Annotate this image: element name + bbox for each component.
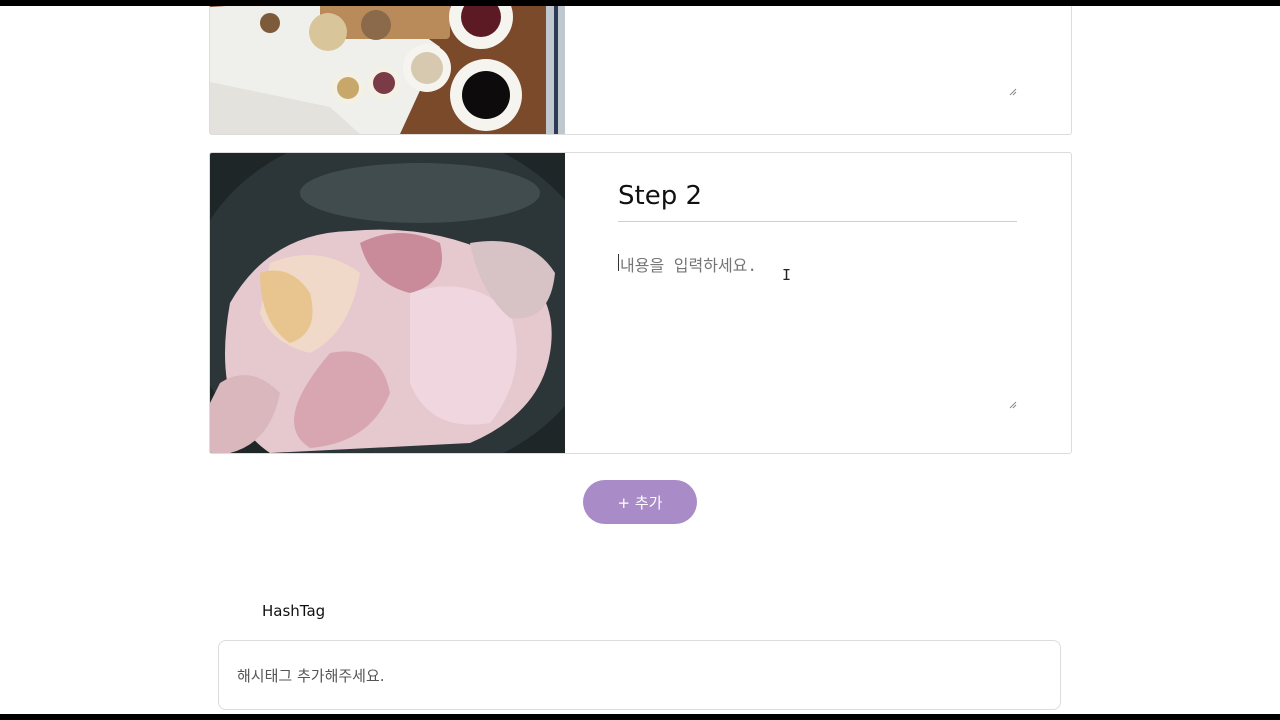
step-2-photo[interactable] xyxy=(210,153,565,453)
text-caret xyxy=(618,254,619,271)
step-card-1 xyxy=(209,6,1072,135)
recipe-editor-page: Step 2 I + 추가 HashTag 해시태그 추가해주세요. xyxy=(0,6,1280,714)
add-step-button[interactable]: + 추가 xyxy=(583,480,697,524)
hashtag-input[interactable]: 해시태그 추가해주세요. xyxy=(218,640,1061,710)
step-card-2: Step 2 I xyxy=(209,152,1072,454)
step-1-photo[interactable] xyxy=(210,6,565,134)
hashtag-placeholder: 해시태그 추가해주세요. xyxy=(237,667,385,685)
hashtag-label: HashTag xyxy=(262,602,326,620)
step-2-textarea-resize-grip[interactable] xyxy=(1009,401,1017,409)
step-1-textarea-resize-grip[interactable] xyxy=(1009,88,1017,96)
step-2-title: Step 2 xyxy=(618,181,1017,222)
text-cursor-icon: I xyxy=(782,266,792,284)
step-2-content-textarea[interactable] xyxy=(618,250,1021,414)
